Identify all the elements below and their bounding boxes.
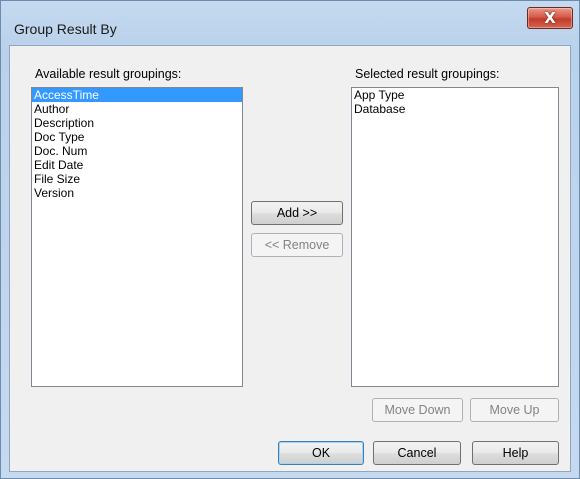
selected-groupings-list[interactable]: App Type Database	[351, 87, 559, 387]
list-item[interactable]: Database	[352, 102, 558, 116]
title-bar: Group Result By X	[1, 1, 579, 45]
ok-button[interactable]: OK	[278, 441, 364, 465]
remove-button[interactable]: << Remove	[251, 233, 343, 257]
help-button[interactable]: Help	[472, 441, 559, 465]
available-groupings-label: Available result groupings:	[35, 67, 182, 81]
add-button[interactable]: Add >>	[251, 201, 343, 225]
selected-groupings-label: Selected result groupings:	[355, 67, 500, 81]
move-down-button[interactable]: Move Down	[372, 398, 463, 422]
list-item[interactable]: Version	[32, 186, 242, 200]
dialog-window: Group Result By X Available result group…	[0, 0, 580, 479]
cancel-button[interactable]: Cancel	[373, 441, 461, 465]
close-button[interactable]: X	[527, 7, 573, 29]
list-item[interactable]: Edit Date	[32, 158, 242, 172]
move-up-button[interactable]: Move Up	[470, 398, 559, 422]
list-item[interactable]: File Size	[32, 172, 242, 186]
close-icon: X	[544, 9, 556, 27]
available-groupings-list[interactable]: AccessTime Author Description Doc Type D…	[31, 87, 243, 387]
dialog-client-area: Available result groupings: AccessTime A…	[9, 45, 571, 472]
list-item[interactable]: Description	[32, 116, 242, 130]
list-item[interactable]: AccessTime	[32, 88, 242, 102]
list-item[interactable]: Doc Type	[32, 130, 242, 144]
list-item[interactable]: Doc. Num	[32, 144, 242, 158]
list-item[interactable]: App Type	[352, 88, 558, 102]
list-item[interactable]: Author	[32, 102, 242, 116]
window-title: Group Result By	[14, 21, 117, 37]
